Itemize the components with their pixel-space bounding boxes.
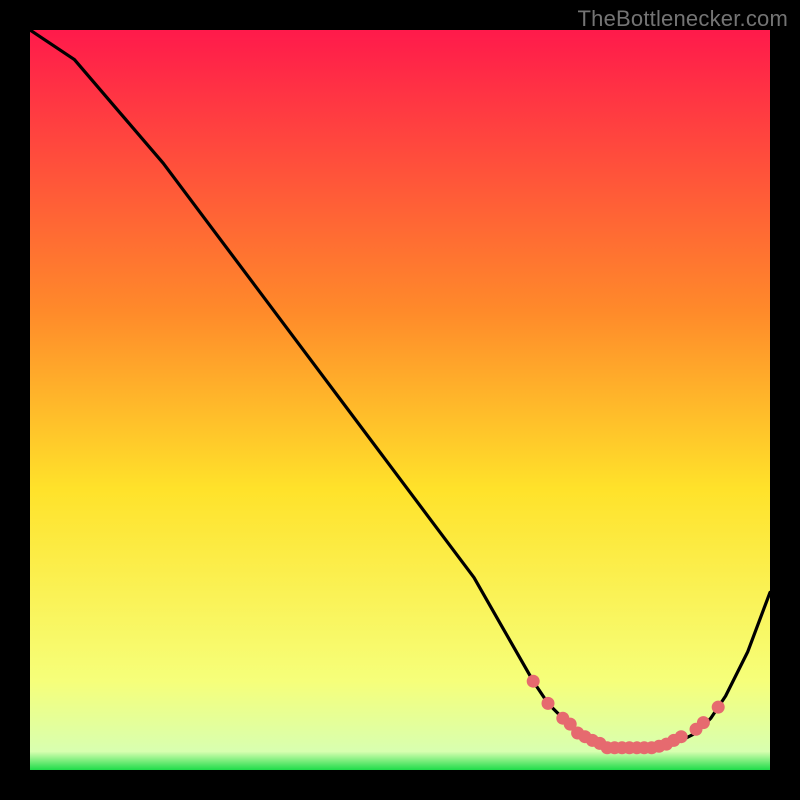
marker-dot [712, 701, 725, 714]
marker-dot [675, 730, 688, 743]
chart-svg [30, 30, 770, 770]
gradient-field [30, 30, 770, 770]
marker-dot [542, 697, 555, 710]
marker-dot [527, 675, 540, 688]
chart-frame [30, 30, 770, 770]
watermark-text: TheBottlenecker.com [578, 6, 788, 32]
marker-dot [697, 716, 710, 729]
